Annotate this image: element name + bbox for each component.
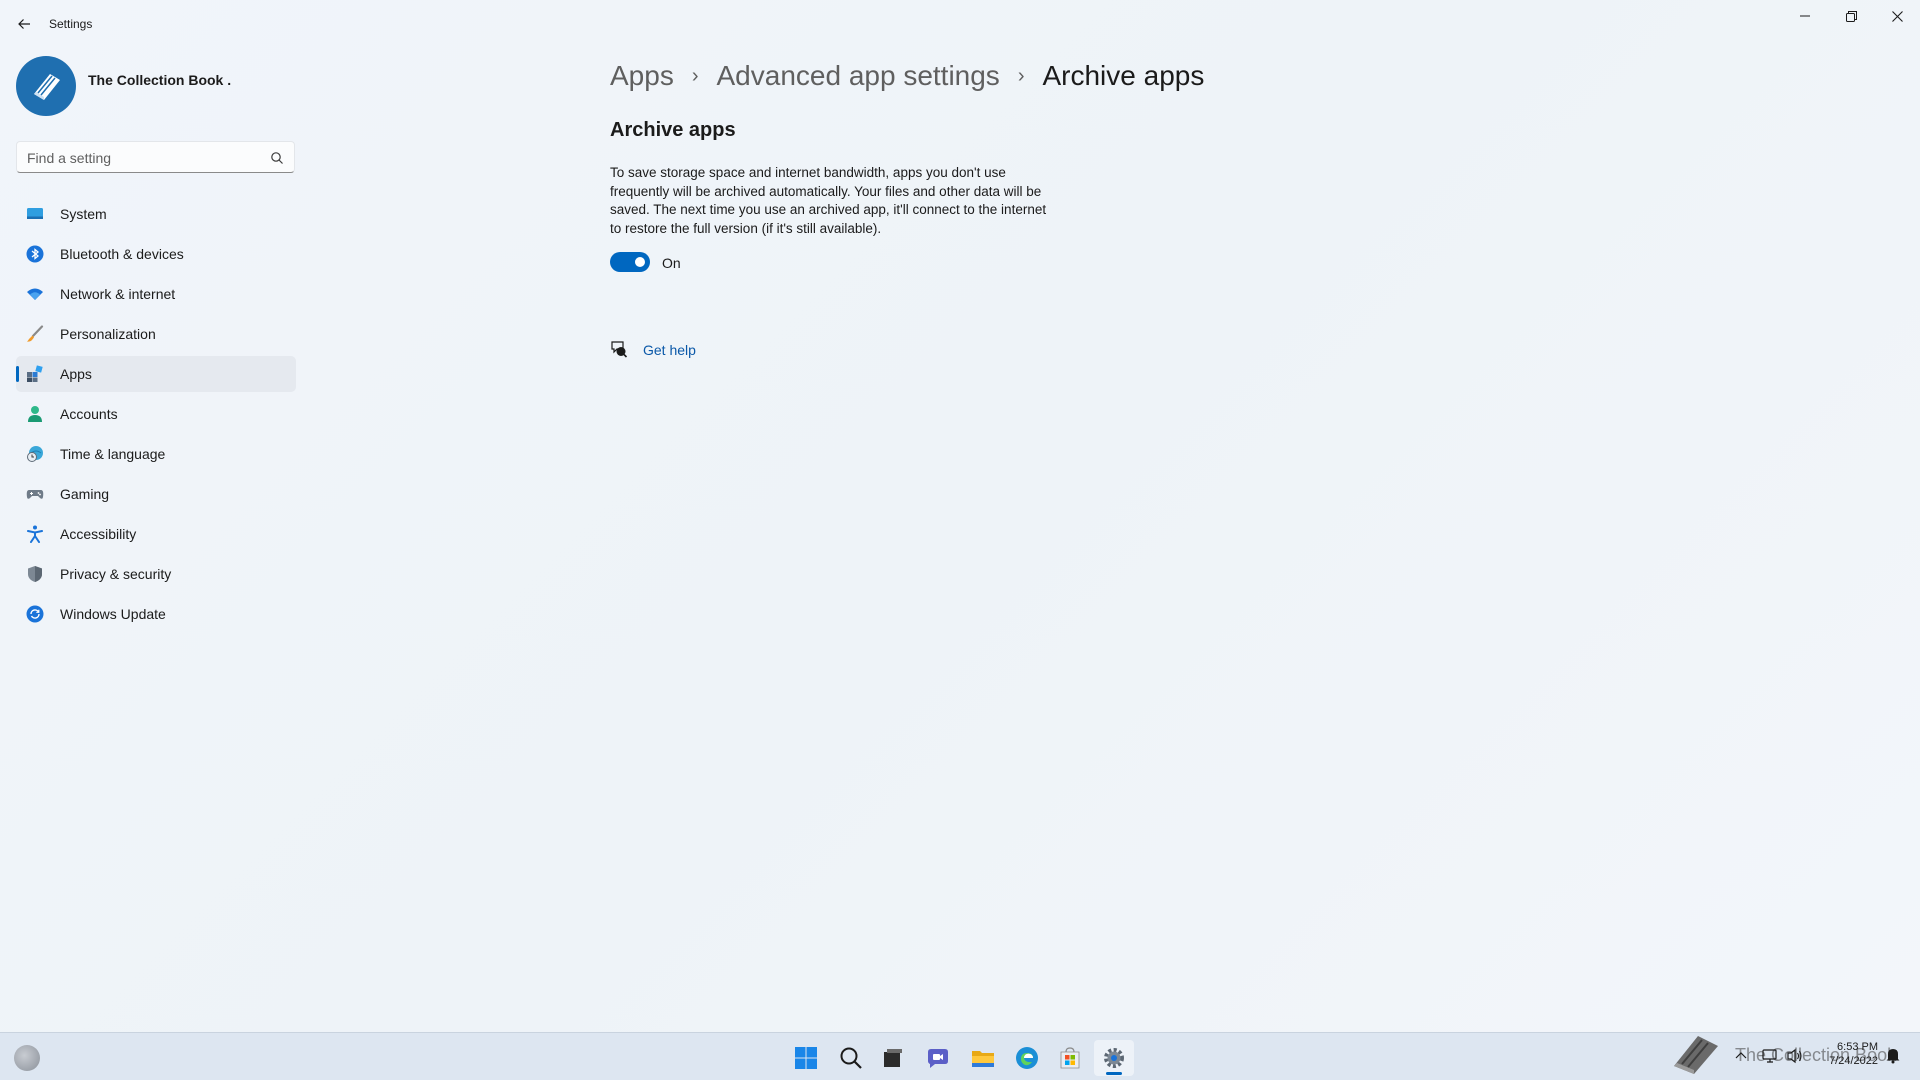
chat-button[interactable] bbox=[918, 1040, 958, 1076]
search-icon bbox=[840, 1047, 862, 1069]
update-icon bbox=[26, 605, 44, 623]
settings-icon bbox=[1104, 1048, 1124, 1068]
sidebar-item-label: Bluetooth & devices bbox=[60, 246, 184, 262]
close-icon bbox=[1891, 10, 1903, 22]
sidebar-item-label: Personalization bbox=[60, 326, 156, 342]
volume-tray-button[interactable] bbox=[1786, 1046, 1804, 1066]
app-title: Settings bbox=[49, 17, 93, 31]
clock-date: 7/24/2022 bbox=[1829, 1055, 1878, 1067]
settings-window: Settings The Collection Book . System bbox=[0, 0, 1920, 1032]
sidebar-item-label: Gaming bbox=[60, 486, 110, 502]
shield-icon bbox=[28, 566, 42, 582]
breadcrumb: Apps › Advanced app settings › Archive a… bbox=[610, 56, 1204, 96]
sidebar-item-label: Apps bbox=[60, 366, 92, 382]
sidebar-item-accounts[interactable]: Accounts bbox=[16, 396, 296, 432]
accessibility-icon bbox=[27, 525, 43, 543]
volume-icon bbox=[1787, 1048, 1802, 1064]
watermark-book-icon bbox=[1674, 1036, 1718, 1074]
sidebar-item-personalization[interactable]: Personalization bbox=[16, 316, 296, 352]
sidebar-item-system[interactable]: System bbox=[16, 196, 296, 232]
restore-button[interactable] bbox=[1828, 0, 1874, 32]
file-explorer-button[interactable] bbox=[963, 1040, 1003, 1076]
weather-icon[interactable] bbox=[14, 1045, 40, 1071]
sidebar-item-label: System bbox=[60, 206, 107, 222]
back-arrow-icon bbox=[18, 19, 30, 29]
gamepad-icon bbox=[26, 490, 44, 499]
network-icon bbox=[1762, 1049, 1777, 1063]
close-button[interactable] bbox=[1874, 0, 1920, 32]
brush-icon bbox=[27, 325, 44, 342]
chat-icon bbox=[928, 1049, 948, 1068]
breadcrumb-apps[interactable]: Apps bbox=[610, 60, 674, 92]
archive-description: To save storage space and internet bandw… bbox=[610, 165, 1047, 236]
sidebar-item-accessibility[interactable]: Accessibility bbox=[16, 516, 296, 552]
start-button[interactable] bbox=[786, 1040, 826, 1076]
notification-icon[interactable] bbox=[1884, 1046, 1902, 1064]
section-title: Archive apps bbox=[610, 119, 736, 141]
sidebar-item-network[interactable]: Network & internet bbox=[16, 276, 296, 312]
clock-time: 6:53 PM bbox=[1837, 1041, 1878, 1053]
sidebar-nav: System Bluetooth & devices Network & int… bbox=[16, 196, 296, 636]
search-box[interactable] bbox=[16, 141, 295, 173]
task-view-icon bbox=[884, 1049, 902, 1067]
back-button[interactable] bbox=[12, 12, 36, 36]
store-icon bbox=[1060, 1047, 1080, 1069]
file-explorer-icon bbox=[972, 1051, 994, 1067]
monitor-icon bbox=[27, 208, 43, 219]
taskbar bbox=[0, 1032, 1920, 1080]
sidebar-item-apps[interactable]: Apps bbox=[16, 356, 296, 392]
minimize-button[interactable] bbox=[1782, 0, 1828, 32]
sidebar-item-label: Network & internet bbox=[60, 286, 176, 302]
start-icon bbox=[795, 1047, 817, 1069]
chevron-right-icon: › bbox=[691, 64, 699, 87]
wifi-icon bbox=[27, 288, 43, 300]
chevron-right-icon: › bbox=[1017, 64, 1025, 87]
sidebar-item-label: Windows Update bbox=[60, 606, 166, 622]
apps-icon bbox=[27, 365, 43, 382]
sidebar-item-privacy[interactable]: Privacy & security bbox=[16, 556, 296, 592]
edge-icon bbox=[1016, 1047, 1038, 1069]
archive-apps-toggle[interactable] bbox=[610, 252, 650, 272]
show-hidden-icons-button[interactable] bbox=[1734, 1046, 1748, 1066]
task-view-button[interactable] bbox=[873, 1040, 913, 1076]
taskbar-clock[interactable]: 6:53 PM 7/24/2022 bbox=[1806, 1040, 1878, 1068]
sidebar-item-windows-update[interactable]: Windows Update bbox=[16, 596, 296, 632]
sidebar-item-bluetooth[interactable]: Bluetooth & devices bbox=[16, 236, 296, 272]
restore-icon bbox=[1845, 10, 1857, 22]
toggle-knob bbox=[635, 257, 645, 267]
sidebar-item-gaming[interactable]: Gaming bbox=[16, 476, 296, 512]
minimize-icon bbox=[1800, 15, 1810, 17]
help-icon bbox=[611, 341, 628, 358]
profile-name: The Collection Book . bbox=[88, 72, 232, 88]
store-button[interactable] bbox=[1050, 1040, 1090, 1076]
breadcrumb-archive-apps: Archive apps bbox=[1042, 60, 1205, 91]
taskbar-search-button[interactable] bbox=[831, 1040, 871, 1076]
get-help-link[interactable]: Get help bbox=[643, 342, 696, 358]
breadcrumb-advanced-app-settings[interactable]: Advanced app settings bbox=[717, 60, 1000, 92]
sidebar-item-time-language[interactable]: Time & language bbox=[16, 436, 296, 472]
sidebar-item-label: Privacy & security bbox=[60, 566, 172, 582]
title-bar: Settings bbox=[0, 0, 1920, 48]
sidebar-item-label: Accounts bbox=[60, 406, 118, 422]
book-icon bbox=[34, 74, 60, 100]
search-icon[interactable] bbox=[270, 151, 284, 165]
settings-taskbar-button[interactable] bbox=[1094, 1040, 1134, 1076]
person-icon bbox=[28, 406, 42, 422]
sidebar-item-label: Time & language bbox=[60, 446, 166, 462]
edge-button[interactable] bbox=[1007, 1040, 1047, 1076]
avatar[interactable] bbox=[16, 56, 76, 116]
sidebar-item-label: Accessibility bbox=[60, 526, 137, 542]
network-tray-button[interactable] bbox=[1762, 1046, 1780, 1066]
toggle-state-label: On bbox=[662, 255, 681, 271]
search-input[interactable] bbox=[27, 148, 267, 168]
chevron-up-icon bbox=[1735, 1052, 1747, 1059]
bluetooth-icon bbox=[26, 245, 44, 263]
globe-clock-icon bbox=[27, 446, 43, 462]
